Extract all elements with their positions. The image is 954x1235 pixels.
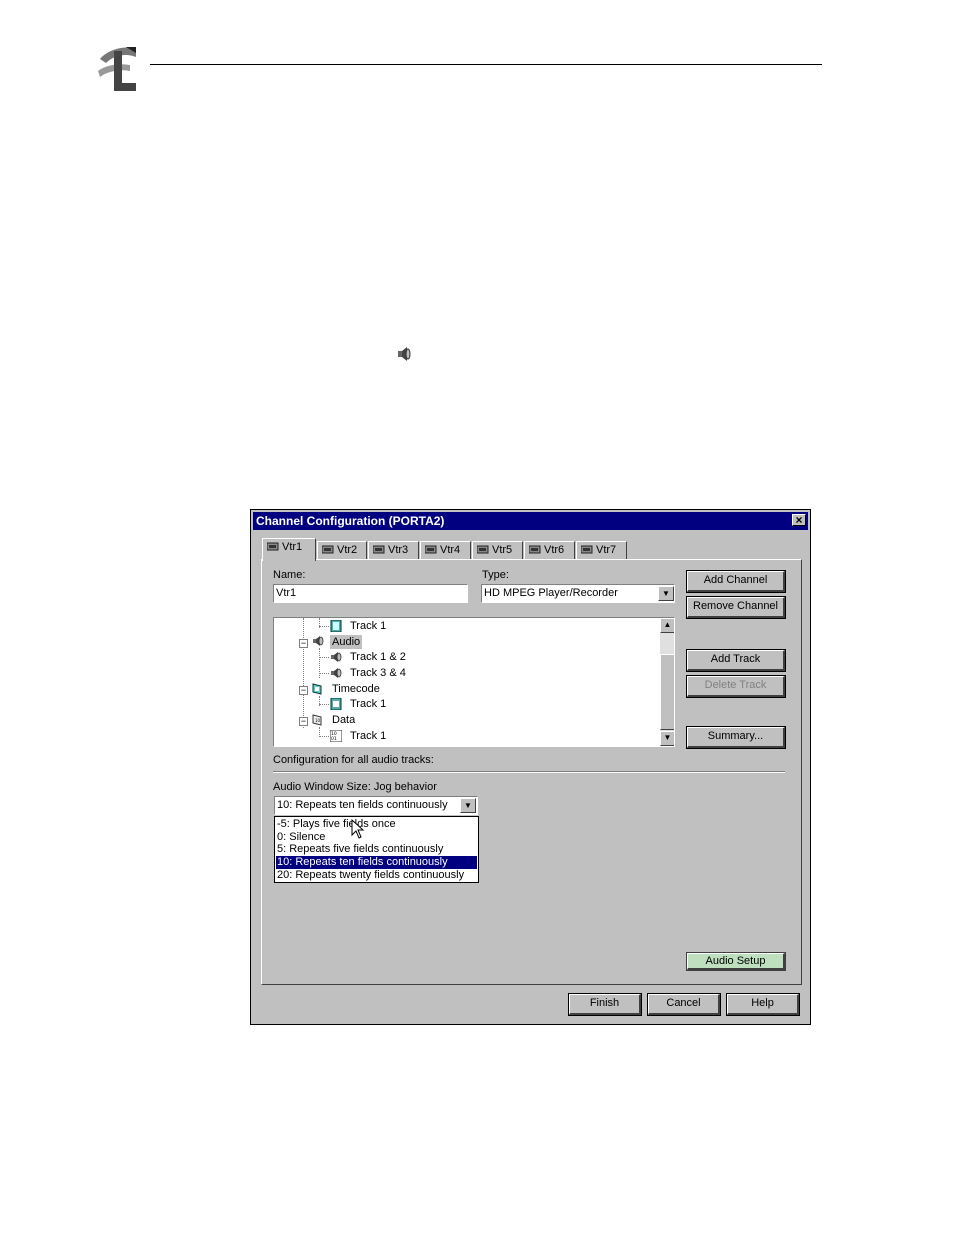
remove-channel-button[interactable]: Remove Channel <box>686 596 786 619</box>
type-label: Type: <box>482 569 509 581</box>
delete-track-button[interactable]: Delete Track <box>686 675 786 698</box>
tree-item[interactable]: Data <box>332 713 355 727</box>
dropdown-option[interactable]: 20: Repeats twenty fields continuously <box>276 869 477 882</box>
type-select[interactable]: HD MPEG Player/Recorder <box>481 584 675 603</box>
tree-item[interactable]: Track 3 & 4 <box>350 666 406 680</box>
tab-vtr1[interactable]: Vtr1 <box>262 538 316 561</box>
channel-configuration-dialog: Channel Configuration (PORTA2) × Vtr1 Vt… <box>250 509 811 1025</box>
vtr-icon <box>373 545 385 554</box>
audio-window-dropdown[interactable]: -5: Plays five fields once 0: Silence 5:… <box>274 816 479 883</box>
tree-item[interactable]: Track 1 <box>350 729 386 743</box>
tree-line <box>319 673 329 674</box>
tab-label: Vtr4 <box>440 544 461 556</box>
scroll-thumb[interactable] <box>660 654 674 730</box>
svg-text:01: 01 <box>331 736 337 742</box>
vtr-icon <box>581 545 593 554</box>
chevron-down-icon[interactable]: ▼ <box>460 798 476 813</box>
finish-button[interactable]: Finish <box>568 993 642 1016</box>
help-button[interactable]: Help <box>726 993 800 1016</box>
tab-label: Vtr2 <box>337 544 358 556</box>
speaker-icon <box>398 347 411 361</box>
tree-line <box>319 704 329 705</box>
dropdown-option[interactable]: 5: Repeats five fields continuously <box>276 843 477 856</box>
video-track-icon <box>330 620 342 632</box>
timecode-track-icon <box>330 698 342 710</box>
data-icon: 10 <box>312 714 322 726</box>
tree-item[interactable]: Track 1 <box>350 619 386 633</box>
add-channel-button[interactable]: Add Channel <box>686 570 786 593</box>
tree-line <box>303 618 304 728</box>
collapse-icon[interactable]: − <box>299 717 308 726</box>
tree-line <box>319 626 329 627</box>
mouse-cursor-icon <box>351 819 365 839</box>
vtr-icon <box>477 545 489 554</box>
tab-vtr5[interactable]: Vtr5 <box>472 541 523 560</box>
scroll-down-icon[interactable]: ▼ <box>660 731 674 746</box>
audio-window-value: 10: Repeats ten fields continuously <box>277 799 448 811</box>
tree-line <box>319 657 329 658</box>
config-label: Configuration for all audio tracks: <box>273 754 434 766</box>
dropdown-option-selected[interactable]: 10: Repeats ten fields continuously <box>276 856 477 869</box>
add-track-button[interactable]: Add Track <box>686 649 786 672</box>
vtr-icon <box>529 545 541 554</box>
tab-vtr3[interactable]: Vtr3 <box>368 541 419 560</box>
vtr-icon <box>322 545 334 554</box>
svg-text:10: 10 <box>315 718 321 723</box>
name-label: Name: <box>273 569 306 581</box>
tab-vtr7[interactable]: Vtr7 <box>576 541 627 560</box>
dropdown-option[interactable]: -5: Plays five fields once <box>276 818 477 831</box>
tab-vtr6[interactable]: Vtr6 <box>524 541 575 560</box>
tab-label: Vtr3 <box>388 544 409 556</box>
speaker-icon <box>331 652 342 662</box>
vtr-icon <box>267 542 279 551</box>
cancel-button[interactable]: Cancel <box>647 993 721 1016</box>
tab-vtr2[interactable]: Vtr2 <box>317 541 367 560</box>
tab-label: Vtr7 <box>596 544 617 556</box>
tree-item[interactable]: Track 1 & 2 <box>350 650 406 664</box>
type-select-value: HD MPEG Player/Recorder <box>484 587 618 599</box>
tab-label: Vtr1 <box>282 541 303 553</box>
audio-window-select[interactable]: 10: Repeats ten fields continuously <box>274 796 478 815</box>
summary-button[interactable]: Summary... <box>686 726 786 749</box>
name-input[interactable]: Vtr1 <box>273 584 468 603</box>
audio-window-label: Audio Window Size: Jog behavior <box>273 781 437 793</box>
collapse-icon[interactable]: − <box>299 686 308 695</box>
speaker-icon <box>331 668 342 678</box>
tab-vtr4[interactable]: Vtr4 <box>420 541 471 560</box>
tree-item[interactable]: Track 1 <box>350 697 386 711</box>
dialog-titlebar[interactable]: Channel Configuration (PORTA2) × <box>253 512 808 530</box>
timecode-icon <box>312 683 322 695</box>
speaker-icon <box>313 636 324 646</box>
tab-label: Vtr6 <box>544 544 565 556</box>
dialog-title: Channel Configuration (PORTA2) <box>256 514 445 528</box>
vtr-icon <box>425 545 437 554</box>
tree-item[interactable]: Timecode <box>332 682 380 696</box>
header-rule <box>150 64 822 65</box>
audio-setup-button[interactable]: Audio Setup <box>686 952 786 971</box>
track-tree[interactable]: Track 1 − Audio Track 1 & 2 Track 3 & 4 … <box>273 617 675 747</box>
tree-scrollbar[interactable]: ▲ ▼ <box>660 618 674 746</box>
separator <box>273 771 785 773</box>
tree-line <box>319 736 329 737</box>
collapse-icon[interactable]: − <box>299 639 308 648</box>
close-icon[interactable]: × <box>792 514 806 526</box>
chevron-down-icon[interactable]: ▼ <box>658 586 674 601</box>
tab-label: Vtr5 <box>492 544 513 556</box>
data-track-icon: 1001 <box>330 730 342 742</box>
company-logo-icon <box>96 43 138 93</box>
scroll-up-icon[interactable]: ▲ <box>660 618 674 633</box>
tree-item-selected[interactable]: Audio <box>330 635 363 649</box>
